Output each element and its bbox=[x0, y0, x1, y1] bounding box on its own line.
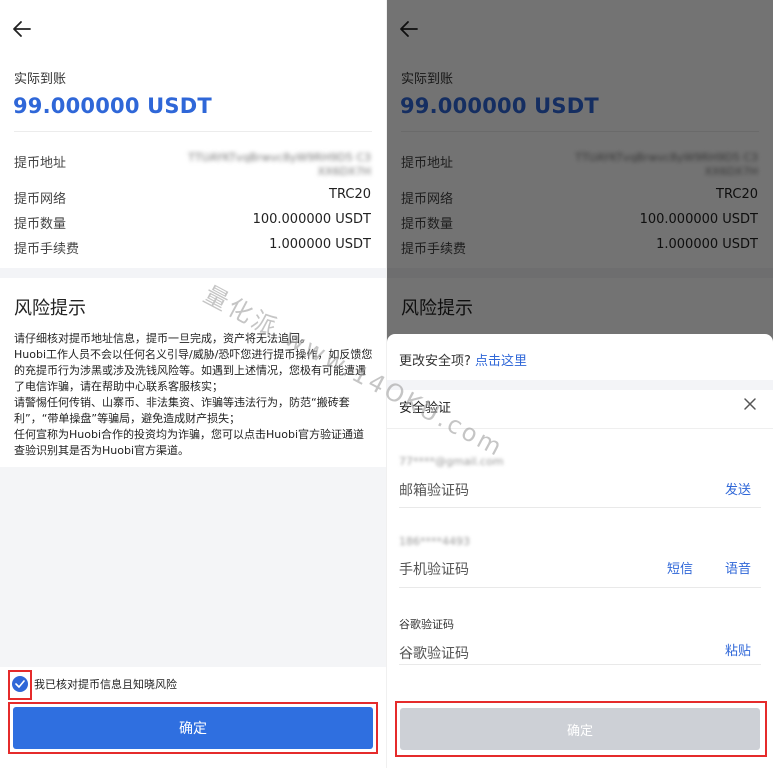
security-title: 安全验证 bbox=[399, 401, 452, 416]
acknowledge-label: 我已核对提币信息且知晓风险 bbox=[34, 678, 177, 691]
arrive-amount: 99.000000 USDT bbox=[13, 94, 212, 118]
security-verification-screen: 实际到账 99.000000 USDT 提币地址 TTUAYKTvqBrwvc8… bbox=[387, 0, 773, 768]
section-gap bbox=[0, 268, 386, 278]
paste-button[interactable]: 粘贴 bbox=[725, 640, 751, 659]
phone-account: 186****4493 bbox=[399, 535, 470, 548]
field-underline bbox=[399, 507, 761, 508]
fee-label: 提币手续费 bbox=[14, 242, 80, 257]
email-account: 77****@gmail.com bbox=[399, 455, 504, 468]
phone-code-input[interactable]: 手机验证码 bbox=[399, 559, 469, 579]
voice-button[interactable]: 语音 bbox=[725, 558, 751, 577]
change-security-row: 更改安全项? 点击这里 bbox=[399, 350, 527, 369]
withdraw-confirm-screen: 实际到账 99.000000 USDT 提币地址 TTUAYKTvqBrwvc8… bbox=[0, 0, 386, 768]
empty-area bbox=[0, 467, 386, 667]
close-icon[interactable] bbox=[743, 396, 757, 410]
address-value: TTUAYKTvqBrwvc8yW9RH9D5 C3XX6DX7H bbox=[188, 151, 371, 178]
acknowledge-row[interactable]: 我已核对提币信息且知晓风险 bbox=[12, 676, 177, 692]
quantity-label: 提币数量 bbox=[14, 217, 67, 232]
google-code-label: 谷歌验证码 bbox=[399, 618, 454, 631]
risk-text: 请仔细核对提币地址信息，提币一旦完成，资产将无法追回。 Huobi工作人员不会以… bbox=[14, 331, 374, 459]
network-label: 提币网络 bbox=[14, 192, 67, 207]
address-label: 提币地址 bbox=[14, 156, 67, 171]
confirm-button-disabled[interactable]: 确定 bbox=[400, 708, 760, 750]
field-underline bbox=[399, 664, 761, 665]
divider bbox=[387, 428, 773, 429]
network-value: TRC20 bbox=[329, 187, 371, 202]
section-gap bbox=[387, 380, 773, 390]
sms-button[interactable]: 短信 bbox=[667, 558, 693, 577]
send-email-button[interactable]: 发送 bbox=[725, 479, 751, 498]
email-code-input[interactable]: 邮箱验证码 bbox=[399, 480, 469, 500]
change-security-link[interactable]: 点击这里 bbox=[475, 354, 527, 369]
risk-title: 风险提示 bbox=[14, 298, 86, 319]
field-underline bbox=[399, 587, 761, 588]
checkmark-icon[interactable] bbox=[12, 676, 28, 692]
fee-value: 1.000000 USDT bbox=[269, 237, 371, 252]
risk-line: 任何宣称为Huobi合作的投资均为诈骗，您可以点击Huobi官方验证通道 查验识… bbox=[14, 428, 365, 457]
risk-line: 请仔细核对提币地址信息，提币一旦完成，资产将无法追回。 bbox=[14, 332, 311, 345]
change-security-text: 更改安全项? bbox=[399, 354, 471, 369]
divider bbox=[14, 131, 372, 132]
risk-line: 请警惕任何传销、山寨币、非法集资、诈骗等违法行为，防范“搬砖套利”，“带单操盘”… bbox=[14, 396, 350, 425]
arrive-label: 实际到账 bbox=[14, 72, 67, 87]
back-arrow-icon[interactable] bbox=[12, 20, 32, 38]
google-code-input[interactable]: 谷歌验证码 bbox=[399, 643, 469, 663]
risk-line: Huobi工作人员不会以任何名义引导/威胁/恐吓您进行提币操作，如反馈您的充提币… bbox=[14, 348, 373, 393]
confirm-button[interactable]: 确定 bbox=[13, 707, 373, 749]
quantity-value: 100.000000 USDT bbox=[252, 212, 371, 227]
